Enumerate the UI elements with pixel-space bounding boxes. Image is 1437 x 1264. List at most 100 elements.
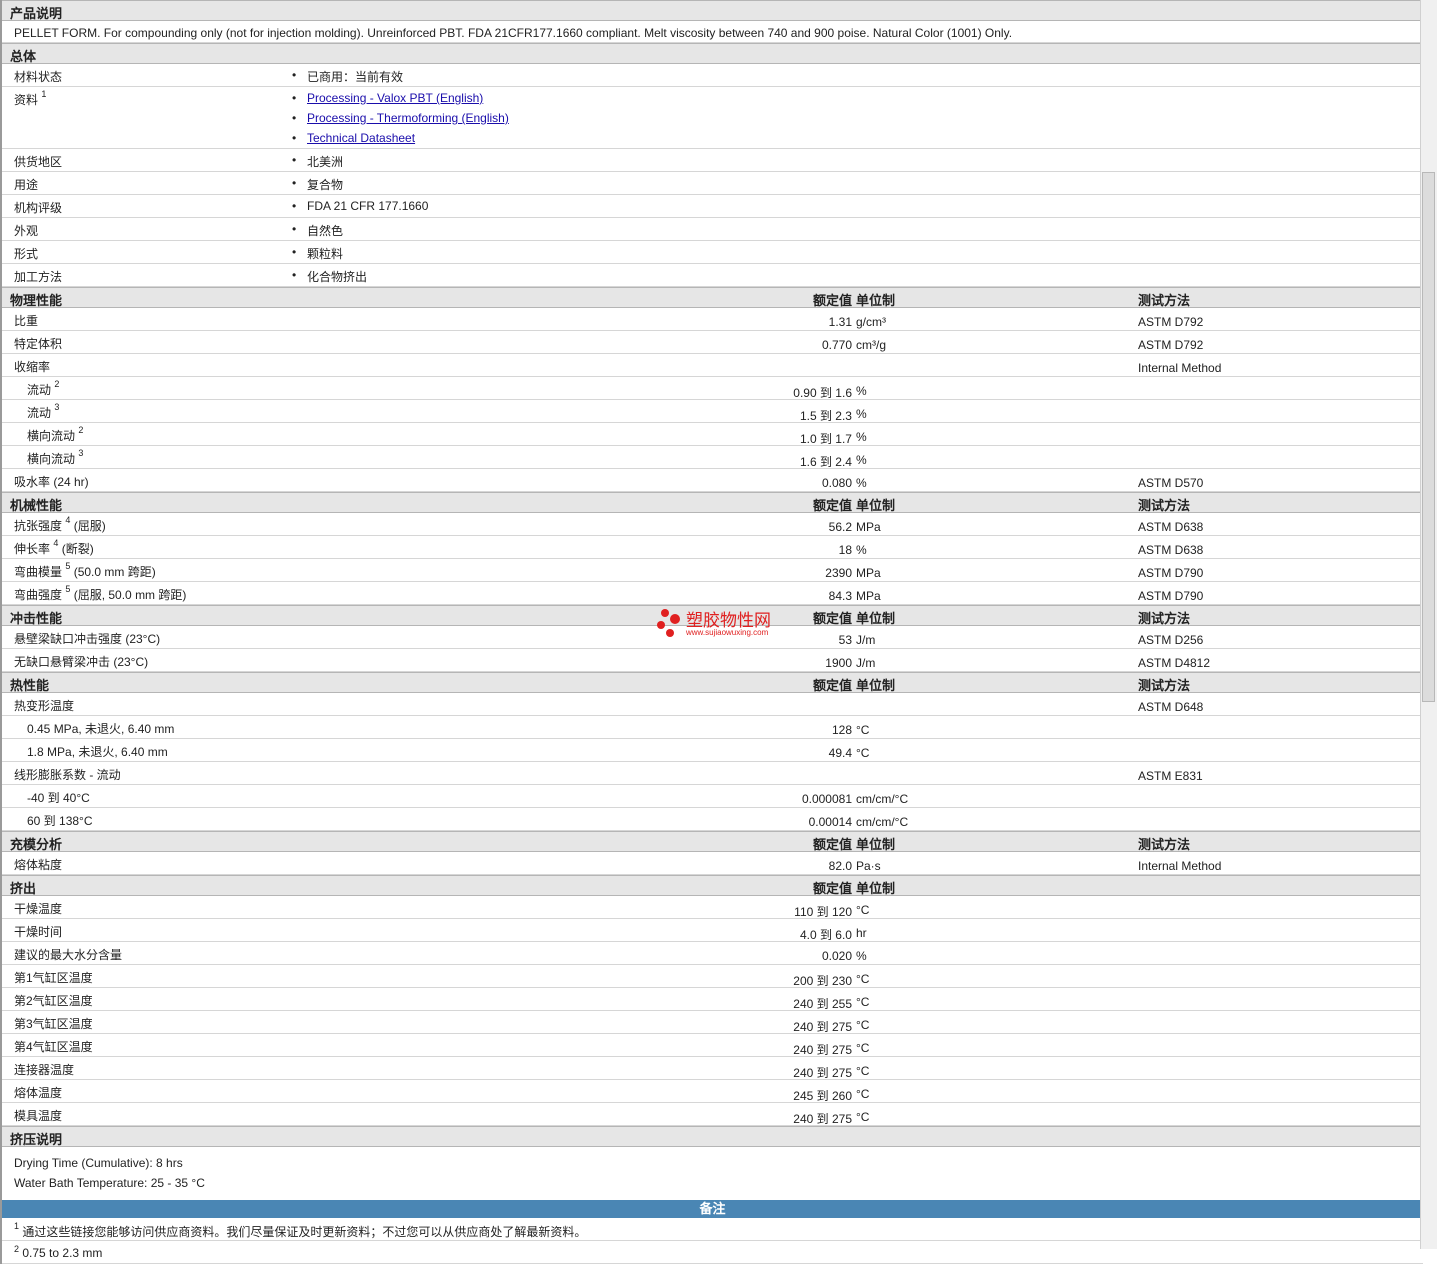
property-name: 特定体积: [14, 337, 63, 351]
thermal-row: 线形膨胀系数 - 流动 ASTM E831: [2, 762, 1423, 785]
footnote-ref: 5: [65, 561, 71, 571]
extrusion-row: 连接器温度 240 到 275 °C: [2, 1057, 1423, 1080]
property-value: 1.31: [828, 315, 852, 329]
property-unit: MPa: [856, 589, 881, 603]
property-name: 第4气缸区温度: [14, 1040, 93, 1054]
property-label: 建议的最大水分含量: [14, 946, 122, 963]
property-unit: °C: [856, 995, 870, 1009]
property-name: 0.45 MPa, 未退火, 6.40 mm: [27, 722, 175, 736]
section-extrusion-header: 挤出 额定值 单位制: [2, 875, 1423, 896]
property-name: 连接器温度: [14, 1063, 75, 1077]
row-label: 外观: [14, 224, 39, 238]
property-value: 84.3: [828, 589, 852, 603]
property-label: 0.45 MPa, 未退火, 6.40 mm: [27, 720, 174, 737]
notes-header: 备注: [2, 1200, 1423, 1218]
physical-row: 流动 3 1.5 到 2.3%: [2, 400, 1423, 423]
property-value: 56.2: [828, 520, 852, 534]
property-label: -40 到 40°C: [27, 789, 90, 806]
footnote-ref: 3: [54, 402, 60, 412]
property-value: 0.00014: [808, 815, 852, 829]
property-label: 60 到 138°C: [27, 812, 93, 829]
property-unit: %: [856, 384, 867, 398]
property-label: 特定体积: [14, 335, 62, 352]
impact-row: 无缺口悬臂梁冲击 (23°C) 1900 J/m ASTM D4812: [2, 649, 1423, 672]
property-unit: °C: [856, 1087, 870, 1101]
physical-row: 横向流动 3 1.6 到 2.4%: [2, 446, 1423, 469]
property-label: 无缺口悬臂梁冲击 (23°C): [14, 653, 148, 670]
property-value: 245 到 260: [793, 1089, 852, 1103]
vertical-scrollbar[interactable]: [1420, 0, 1437, 1249]
row-value: FDA 21 CFR 177.1660: [307, 199, 429, 213]
property-label: 弯曲模量 5 (50.0 mm 跨距): [14, 561, 156, 580]
extrusion-row: 模具温度 240 到 275 °C: [2, 1103, 1423, 1126]
property-name: 1.8 MPa, 未退火, 6.40 mm: [27, 745, 168, 759]
property-method: Internal Method: [1138, 361, 1222, 375]
property-name: 流动: [27, 406, 52, 420]
footnote-ref: 2: [78, 425, 84, 435]
physical-row: 收缩率 Internal Method: [2, 354, 1423, 377]
filling-row: 熔体粘度 82.0 Pa·s Internal Method: [2, 852, 1423, 875]
property-value: 128: [831, 723, 852, 737]
property-value: 1.6 到 2.4: [799, 455, 852, 469]
property-method: ASTM D792: [1138, 338, 1204, 352]
property-name: 弯曲模量: [14, 565, 63, 579]
property-unit: °C: [856, 1064, 870, 1078]
property-value: 240 到 275: [793, 1066, 852, 1080]
property-unit: J/m: [856, 633, 876, 647]
property-condition: (断裂): [58, 542, 94, 556]
property-value: 1.0 到 1.7: [799, 432, 852, 446]
property-label: 线形膨胀系数 - 流动: [14, 766, 121, 783]
doc-link-valox[interactable]: Processing - Valox PBT (English): [307, 91, 483, 105]
property-label: 熔体温度: [14, 1084, 62, 1101]
property-name: 横向流动: [27, 452, 76, 466]
property-method: ASTM E831: [1138, 769, 1203, 783]
property-unit: °C: [856, 972, 870, 986]
doc-link-technical-datasheet[interactable]: Technical Datasheet: [307, 131, 415, 145]
property-unit: °C: [856, 1041, 870, 1055]
extrusion-row: 第3气缸区温度 240 到 275 °C: [2, 1011, 1423, 1034]
row-value: 颗粒料: [307, 247, 344, 261]
property-label: 吸水率 (24 hr): [14, 473, 89, 490]
property-value: 240 到 255: [793, 997, 852, 1011]
footnote-ref: 3: [78, 448, 84, 458]
row-label: 机构评级: [14, 201, 63, 215]
general-row: 形式 颗粒料: [2, 241, 1423, 264]
footnote-ref: 4: [65, 515, 71, 525]
extrusion-notes: Drying Time (Cumulative): 8 hrs Water Ba…: [14, 1156, 205, 1190]
property-unit: %: [856, 476, 867, 490]
property-label: 干燥时间: [14, 923, 62, 940]
property-method: ASTM D792: [1138, 315, 1204, 329]
doc-link-thermoforming[interactable]: Processing - Thermoforming (English): [307, 111, 509, 125]
property-value: 0.770: [821, 338, 852, 352]
property-label: 干燥温度: [14, 900, 62, 917]
mechanical-row: 弯曲模量 5 (50.0 mm 跨距) 2390 MPa ASTM D790: [2, 559, 1423, 582]
property-method: ASTM D570: [1138, 476, 1204, 490]
property-value: 240 到 275: [793, 1043, 852, 1057]
product-description: PELLET FORM. For compounding only (not f…: [2, 21, 1423, 43]
property-name: 60 到 138°C: [27, 814, 93, 828]
property-unit: %: [856, 543, 867, 557]
property-name: 比重: [14, 314, 39, 328]
property-value: 0.020: [821, 949, 852, 963]
section-thermal-header: 热性能 额定值 单位制 测试方法: [2, 672, 1423, 693]
extrusion-row: 第1气缸区温度 200 到 230 °C: [2, 965, 1423, 988]
property-unit: MPa: [856, 566, 881, 580]
scrollbar-thumb[interactable]: [1422, 172, 1435, 702]
property-value: 240 到 275: [793, 1112, 852, 1126]
row-bullet: 复合物: [292, 176, 343, 193]
property-name: 横向流动: [27, 429, 76, 443]
property-unit: °C: [856, 723, 870, 737]
property-condition: (50.0 mm 跨距): [70, 565, 156, 579]
row-bullet: 自然色: [292, 222, 343, 239]
property-label: 熔体粘度: [14, 856, 62, 873]
property-value: 82.0: [828, 859, 852, 873]
section-description-header: 产品说明: [2, 0, 1423, 21]
property-method: Internal Method: [1138, 859, 1222, 873]
property-label: 模具温度: [14, 1107, 62, 1124]
property-unit: g/cm³: [856, 315, 886, 329]
row-documents: 资料 1 Processing - Valox PBT (English) Pr…: [2, 87, 1423, 149]
property-condition: (屈服, 50.0 mm 跨距): [70, 588, 187, 602]
property-label: 流动 3: [27, 402, 60, 421]
property-value: 240 到 275: [793, 1020, 852, 1034]
property-unit: °C: [856, 903, 870, 917]
